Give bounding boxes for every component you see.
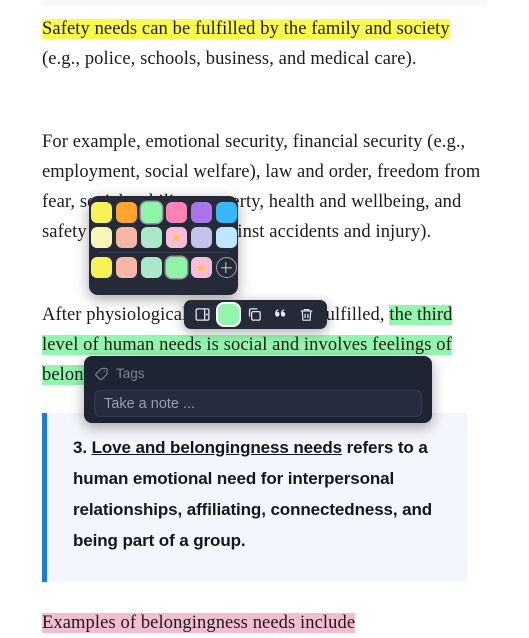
quote-icon bbox=[274, 309, 285, 317]
highlight-color-button[interactable] bbox=[216, 303, 240, 327]
swatch-recent-salmon[interactable] bbox=[115, 257, 137, 278]
swatch-pink[interactable] bbox=[165, 202, 187, 223]
swatch-pastel-salmon[interactable] bbox=[115, 227, 137, 248]
tag-icon bbox=[95, 367, 108, 381]
highlight-pink-examples[interactable]: Examples of belongingness needs include bbox=[42, 613, 356, 633]
delete-button[interactable] bbox=[294, 303, 318, 327]
callout-number: 3. bbox=[73, 438, 87, 457]
swatch-orange[interactable] bbox=[115, 202, 137, 223]
palette-divider bbox=[98, 252, 229, 253]
swatch-green[interactable] bbox=[140, 202, 162, 223]
callout-text: 3. Love and belongingness needs refers t… bbox=[73, 432, 453, 556]
swatch-recent-yellow[interactable] bbox=[90, 257, 112, 278]
palette-row-vivid bbox=[90, 202, 237, 223]
page-top-strip bbox=[42, 0, 487, 6]
star-icon: ★ bbox=[170, 230, 182, 245]
highlight-color-palette-popup[interactable]: ★ ★ bbox=[89, 196, 238, 295]
sidebar-toggle-button[interactable] bbox=[190, 303, 214, 327]
swatch-recent-pink[interactable]: ★ bbox=[190, 257, 212, 278]
swatch-pastel-yellow[interactable] bbox=[90, 227, 112, 248]
note-popup-panel[interactable]: Tags bbox=[84, 356, 432, 423]
trash-icon bbox=[300, 308, 312, 321]
selection-action-toolbar[interactable] bbox=[184, 300, 327, 329]
quote-button[interactable] bbox=[268, 303, 292, 327]
tags-row[interactable]: Tags bbox=[94, 364, 422, 383]
swatch-blue[interactable] bbox=[215, 202, 237, 223]
star-icon: ★ bbox=[195, 260, 207, 275]
swatch-pastel-lavender[interactable] bbox=[190, 227, 212, 248]
swatch-recent-green[interactable] bbox=[165, 257, 187, 278]
swatch-recent-mint[interactable] bbox=[140, 257, 162, 278]
tags-label: Tags bbox=[116, 366, 145, 381]
callout-underlined-term: Love and belongingness needs bbox=[91, 438, 342, 457]
paragraph-safety-tail: (e.g., police, schools, business, and me… bbox=[42, 49, 417, 69]
sidebar-icon bbox=[194, 308, 210, 321]
callout-block: 3. Love and belongingness needs refers t… bbox=[42, 413, 467, 582]
swatch-purple[interactable] bbox=[190, 202, 212, 223]
swatch-yellow[interactable] bbox=[90, 202, 112, 223]
copy-button[interactable] bbox=[242, 303, 266, 327]
copy-icon bbox=[248, 308, 261, 321]
swatch-pastel-mint[interactable] bbox=[140, 227, 162, 248]
add-color-button[interactable] bbox=[215, 257, 237, 278]
paragraph-safety-needs: Safety needs can be fulfilled by the fam… bbox=[42, 14, 488, 74]
swatch-pastel-pink[interactable]: ★ bbox=[165, 227, 187, 248]
note-input[interactable] bbox=[94, 390, 422, 417]
swatch-pastel-sky[interactable] bbox=[215, 227, 237, 248]
highlight-yellow-safety[interactable]: Safety needs can be fulfilled by the fam… bbox=[42, 19, 450, 39]
color-chip-icon bbox=[217, 304, 239, 325]
paragraph-examples-belongingness: Examples of belongingness needs include bbox=[42, 608, 488, 638]
palette-row-recent: ★ bbox=[90, 257, 237, 278]
palette-row-pastel: ★ bbox=[90, 227, 237, 248]
